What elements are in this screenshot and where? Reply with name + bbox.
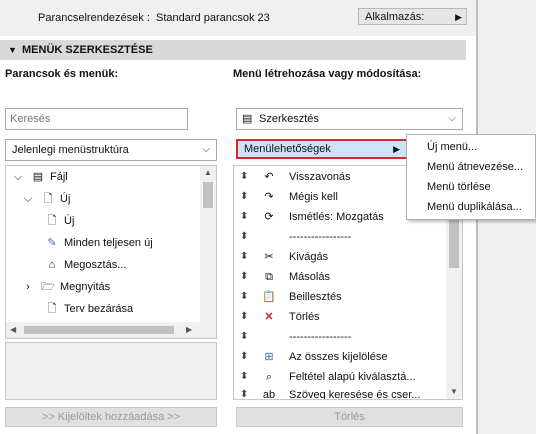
chevron-down-icon: ⌵ [448,113,456,124]
drag-handle-icon[interactable]: ⬍ [240,385,248,399]
tree-item-file[interactable]: ⌵ ▤ Fájl [10,167,68,187]
tree-item-all-new[interactable]: ✎ Minden teljesen új [44,233,152,253]
chevron-right-icon: › [26,281,30,293]
scroll-down-icon[interactable]: ▼ [450,387,458,396]
drag-handle-icon[interactable]: ⬍ [240,247,248,267]
list-item[interactable]: ⬍ ⌕ Feltétel alapú kiválasztá... [234,367,449,387]
tree-item-share[interactable]: ⌂ Megosztás... [44,255,127,275]
scroll-right-icon[interactable]: ▶ [186,325,192,334]
drag-handle-icon[interactable]: ⬍ [240,347,248,367]
top-toolbar: Parancselrendezések : Standard parancsok… [0,0,476,36]
list-separator[interactable]: ⬍ ----------------- [234,327,449,347]
tree-item-close[interactable]: 🗋 Terv bezárása [44,299,134,319]
redo-icon: ↷ [264,191,274,203]
menu-options-popup[interactable]: Új menü... Menü átnevezése... Menü törlé… [406,134,536,220]
tree-item-new[interactable]: ⌵ 🗋 Új [20,189,71,209]
repeat-icon: ⟳ [264,211,274,223]
drag-handle-icon[interactable]: ⬍ [240,287,248,307]
menu-options-button[interactable]: Menülehetőségek ▶ [236,139,408,159]
chevron-down-icon: ⌵ [23,193,33,205]
tree-item-new-sub[interactable]: 🗋 Új [44,211,75,231]
drag-handle-icon[interactable]: ⬍ [240,207,248,227]
command-tree[interactable]: ⌵ ▤ Fájl ⌵ 🗋 Új 🗋 Új ✎ Minden teljesen új ⌂ Meg… [5,165,217,339]
list-item[interactable]: ⬍ ✂ Kivágás [234,247,449,267]
find-select-icon: ⌕ [265,371,273,383]
find-replace-icon: ab [262,389,276,400]
share-icon: ⌂ [48,259,56,271]
section-header[interactable]: ▼ MENÜK SZERKESZTÉSE [0,40,466,60]
menu-icon: ▤ [242,113,253,125]
open-folder-icon: 🗁 [41,281,55,293]
scroll-up-icon[interactable]: ▲ [204,168,212,177]
list-item[interactable]: ⬍ ab Szöveg keresése és cser... [234,385,449,400]
new-file-icon: 🗋 [43,193,53,205]
paste-icon: 📋 [262,291,276,303]
add-selected-button[interactable]: >> Kijelöltek hozzáadása >> [5,407,217,427]
commands-menus-label: Parancsok és menük: [5,68,119,80]
scroll-left-icon[interactable]: ◀ [10,325,16,334]
left-scrollbar[interactable]: ▲ [200,166,216,338]
delete-icon: ✕ [264,311,274,323]
menu-select[interactable]: ▤ Szerkesztés ⌵ [236,108,463,130]
chevron-down-icon: ⌵ [202,144,210,155]
list-item[interactable]: ⬍ ⧉ Másolás [234,267,449,287]
menu-item-duplicate-menu[interactable]: Menü duplikálása... [427,197,522,217]
menu-item-new-menu[interactable]: Új menü... [427,137,477,157]
scheme-label: Parancselrendezések : Standard parancsok… [38,12,270,24]
new-file-icon: 🗋 [47,215,57,227]
section-title: MENÜK SZERKESZTÉSE [22,44,153,56]
drag-handle-icon[interactable]: ⬍ [240,307,248,327]
drag-handle-icon[interactable]: ⬍ [240,167,248,187]
collapse-triangle-icon: ▼ [8,45,17,55]
left-hscrollbar[interactable]: ◀ ▶ [6,322,200,338]
scroll-thumb[interactable] [203,182,213,208]
hscroll-thumb[interactable] [24,326,174,334]
apply-button[interactable]: Alkalmazás: ▶ [358,8,467,25]
list-item[interactable]: ⬍ 📋 Beillesztés [234,287,449,307]
list-separator[interactable]: ⬍ ----------------- [234,227,449,247]
drag-handle-icon[interactable]: ⬍ [240,187,248,207]
drag-handle-icon[interactable]: ⬍ [240,227,248,247]
triangle-right-icon: ▶ [455,12,462,22]
drag-handle-icon[interactable]: ⬍ [240,367,248,387]
description-box [5,342,217,400]
list-item[interactable]: ⬍ ✕ Törlés [234,307,449,327]
select-all-icon: ⊞ [264,351,274,363]
document-list-icon: ▤ [32,171,44,183]
copy-icon: ⧉ [265,271,273,283]
search-input[interactable] [5,108,188,130]
tree-item-open[interactable]: › 🗁 Megnyitás [20,277,110,297]
new-all-icon: ✎ [47,237,57,249]
delete-button[interactable]: Törlés [236,407,463,427]
undo-icon: ↶ [264,171,274,183]
drag-handle-icon[interactable]: ⬍ [240,327,248,347]
menu-item-delete-menu[interactable]: Menü törlése [427,177,491,197]
list-item[interactable]: ⬍ ⊞ Az összes kijelölése [234,347,449,367]
create-modify-label: Menü létrehozása vagy módosítása: [233,68,422,80]
close-file-icon: 🗋 [47,303,57,315]
drag-handle-icon[interactable]: ⬍ [240,267,248,287]
structure-select[interactable]: Jelenlegi menüstruktúra ⌵ [5,139,217,161]
chevron-down-icon: ⌵ [13,171,23,183]
scheme-value: Standard parancsok 23 [156,12,270,24]
menu-item-rename-menu[interactable]: Menü átnevezése... [427,157,523,177]
triangle-right-icon: ▶ [393,144,400,154]
scissors-icon: ✂ [264,251,274,263]
